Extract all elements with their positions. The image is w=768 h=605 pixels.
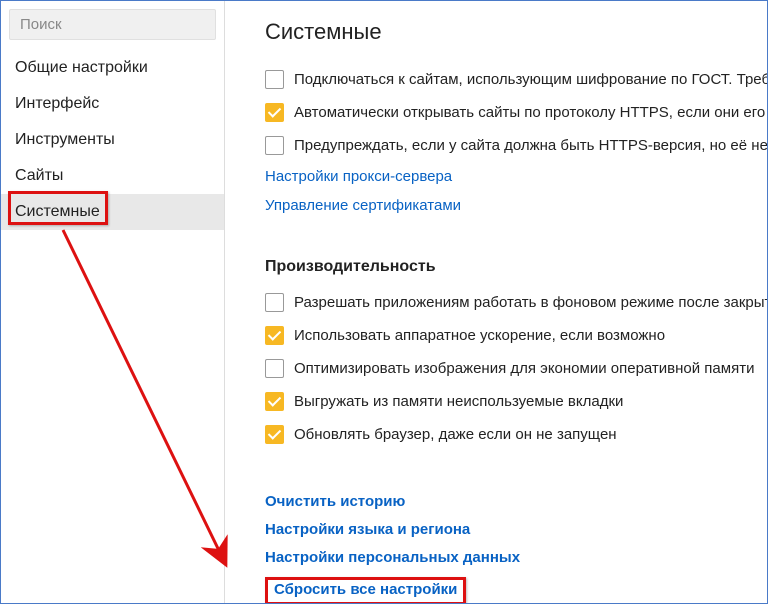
system-links: Настройки прокси-сервера Управление серт…	[265, 168, 767, 226]
checkbox-label: Разрешать приложениям работать в фоновом…	[294, 292, 767, 313]
link-proxy-settings[interactable]: Настройки прокси-сервера	[265, 168, 452, 185]
section-performance-title: Производительность	[265, 258, 767, 276]
sidebar-item-sites[interactable]: Сайты	[1, 158, 224, 194]
checkbox[interactable]	[265, 425, 284, 444]
checkbox-label: Предупреждать, если у сайта должна быть …	[294, 135, 767, 156]
bottom-links: Очистить историю Настройки языка и регио…	[265, 493, 767, 603]
checkbox[interactable]	[265, 392, 284, 411]
link-reset-all[interactable]: Сбросить все настройки	[274, 581, 457, 598]
checkbox[interactable]	[265, 136, 284, 155]
settings-window: Поиск Общие настройки Интерфейс Инструме…	[0, 0, 768, 604]
checkbox-label: Подключаться к сайтам, использующим шифр…	[294, 69, 767, 90]
sidebar-item-tools[interactable]: Инструменты	[1, 122, 224, 158]
sidebar-item-system[interactable]: Системные	[1, 194, 224, 230]
checkbox[interactable]	[265, 70, 284, 89]
checkbox-label: Выгружать из памяти неиспользуемые вклад…	[294, 391, 623, 412]
link-language-region[interactable]: Настройки языка и региона	[265, 521, 767, 538]
sidebar-item-general[interactable]: Общие настройки	[1, 50, 224, 86]
sidebar: Поиск Общие настройки Интерфейс Инструме…	[1, 1, 225, 603]
checkbox-label: Оптимизировать изображения для экономии …	[294, 358, 754, 379]
checkbox-row-unload-tabs[interactable]: Выгружать из памяти неиспользуемые вклад…	[265, 391, 767, 412]
checkbox-row-background-apps[interactable]: Разрешать приложениям работать в фоновом…	[265, 292, 767, 313]
checkbox[interactable]	[265, 359, 284, 378]
search-input[interactable]: Поиск	[9, 9, 216, 40]
link-certificates[interactable]: Управление сертификатами	[265, 197, 461, 214]
checkbox-label: Использовать аппаратное ускорение, если …	[294, 325, 665, 346]
checkbox-row-optimize-images[interactable]: Оптимизировать изображения для экономии …	[265, 358, 767, 379]
page-title: Системные	[265, 19, 767, 45]
checkbox-row-https-auto[interactable]: Автоматически открывать сайты по протоко…	[265, 102, 767, 123]
content-panel: Системные Подключаться к сайтам, использ…	[225, 1, 767, 603]
link-personal-data[interactable]: Настройки персональных данных	[265, 549, 767, 566]
link-clear-history[interactable]: Очистить историю	[265, 493, 767, 510]
annotation-highlight-reset: Сбросить все настройки	[265, 577, 466, 603]
checkbox[interactable]	[265, 103, 284, 122]
checkbox-row-hw-accel[interactable]: Использовать аппаратное ускорение, если …	[265, 325, 767, 346]
checkbox-label: Автоматически открывать сайты по протоко…	[294, 102, 767, 123]
checkbox-label: Обновлять браузер, даже если он не запущ…	[294, 424, 617, 445]
checkbox-row-https-warn[interactable]: Предупреждать, если у сайта должна быть …	[265, 135, 767, 156]
checkbox-row-update-browser[interactable]: Обновлять браузер, даже если он не запущ…	[265, 424, 767, 445]
sidebar-item-interface[interactable]: Интерфейс	[1, 86, 224, 122]
checkbox[interactable]	[265, 326, 284, 345]
checkbox[interactable]	[265, 293, 284, 312]
checkbox-row-gost[interactable]: Подключаться к сайтам, использующим шифр…	[265, 69, 767, 90]
